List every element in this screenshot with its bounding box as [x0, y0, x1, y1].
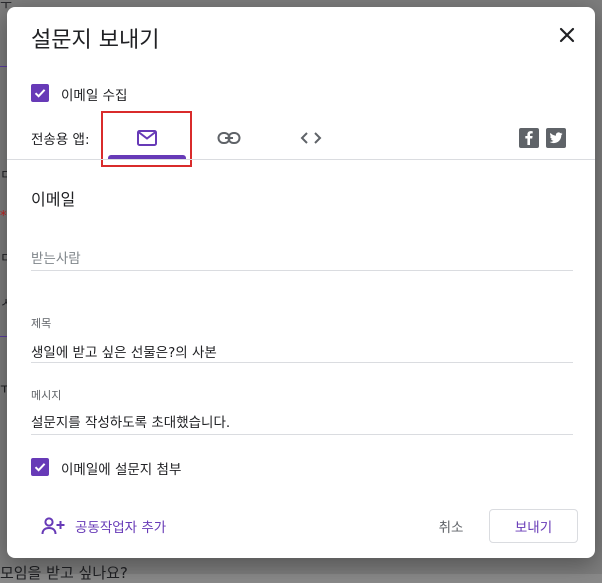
- cancel-button[interactable]: 취소: [424, 513, 478, 539]
- tab-embed[interactable]: [271, 120, 351, 156]
- send-via-label: 전송용 앱:: [31, 132, 90, 148]
- send-form-dialog: 설문지 보내기 이메일 수집 전송용 앱: 이메일 받는사람 제목 생일에 받고…: [7, 7, 595, 558]
- collect-email-checkbox[interactable]: [31, 84, 49, 102]
- add-collaborators-button[interactable]: 공동작업자 추가: [41, 516, 166, 536]
- check-icon: [34, 89, 46, 98]
- facebook-icon[interactable]: [519, 128, 539, 148]
- message-label: 메시지: [31, 389, 62, 402]
- include-form-checkbox[interactable]: [31, 458, 49, 476]
- background-accent-line: [0, 336, 7, 337]
- twitter-icon[interactable]: [546, 128, 566, 148]
- subject-input[interactable]: 생일에 받고 싶은 선물은?의 사본: [31, 341, 217, 361]
- link-icon: [217, 132, 241, 144]
- message-field[interactable]: 메시지 설문지를 작성하도록 초대했습니다.: [31, 384, 573, 435]
- collect-email-label: 이메일 수집: [61, 88, 128, 104]
- recipients-field[interactable]: 받는사람: [31, 243, 573, 271]
- dialog-title: 설문지 보내기: [31, 28, 160, 53]
- add-collaborators-label: 공동작업자 추가: [75, 520, 167, 536]
- field-underline: [31, 434, 573, 435]
- person-add-icon: [41, 517, 65, 535]
- email-section-title: 이메일: [31, 190, 76, 209]
- code-icon: [300, 132, 322, 144]
- background-accent-line: [0, 66, 7, 67]
- recipients-placeholder: 받는사람: [31, 251, 81, 267]
- tabs-divider: [7, 159, 595, 160]
- subject-field[interactable]: 제목 생일에 받고 싶은 선물은?의 사본: [31, 312, 573, 363]
- field-underline: [31, 270, 573, 271]
- background-text: 모임을 받고 싶나요?: [0, 564, 128, 582]
- check-icon: [34, 463, 46, 472]
- message-input[interactable]: 설문지를 작성하도록 초대했습니다.: [31, 411, 230, 431]
- include-form-label: 이메일에 설문지 첨부: [61, 462, 182, 478]
- background-text: *: [0, 209, 7, 224]
- close-icon[interactable]: [555, 23, 579, 47]
- field-underline: [31, 362, 573, 363]
- subject-label: 제목: [31, 317, 52, 330]
- tab-link[interactable]: [189, 120, 269, 156]
- send-button[interactable]: 보내기: [489, 509, 578, 543]
